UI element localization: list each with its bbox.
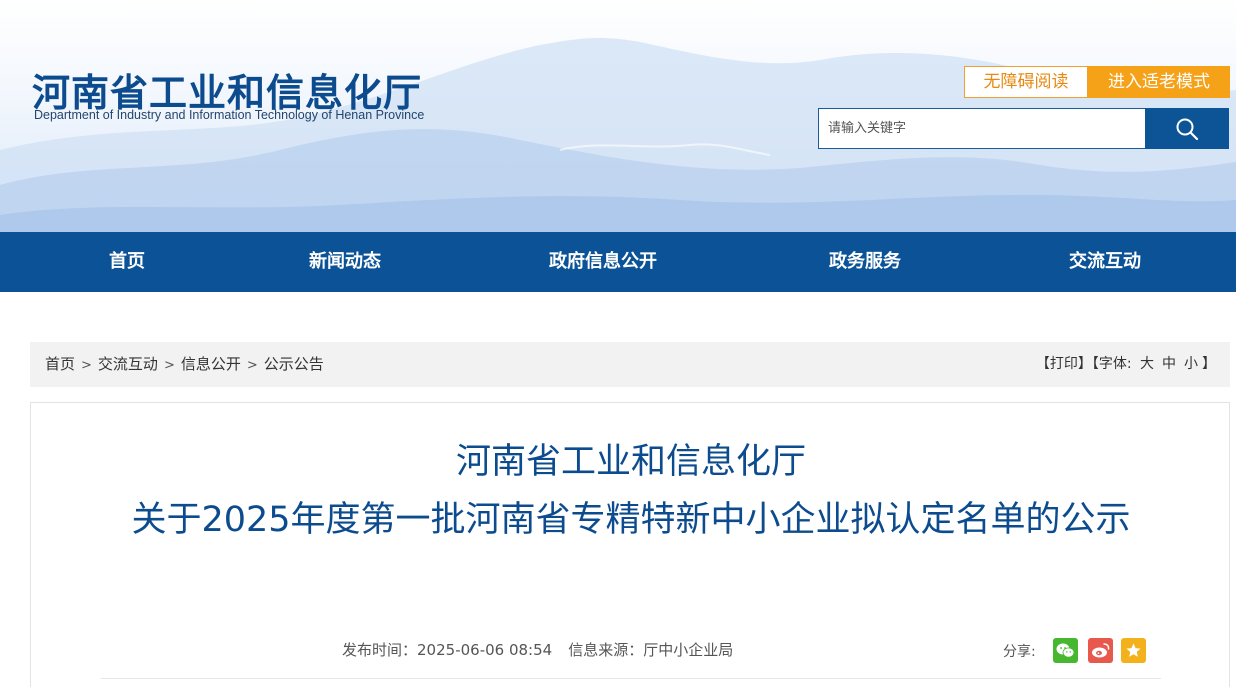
- font-size-label: 【字体:: [1091, 356, 1132, 372]
- font-large-button[interactable]: 大: [1140, 356, 1154, 372]
- breadcrumb-separator: >: [163, 358, 175, 373]
- font-small-button[interactable]: 小: [1184, 356, 1198, 372]
- search-button[interactable]: [1145, 108, 1229, 149]
- breadcrumb: 首页 > 交流互动 > 信息公开 > 公示公告: [45, 342, 324, 387]
- nav-item-gov-info[interactable]: 政府信息公开: [549, 232, 657, 292]
- article-title: 河南省工业和信息化厅 关于2025年度第一批河南省专精特新中小企业拟认定名单的公…: [101, 433, 1161, 549]
- publish-time-label: 发布时间：: [342, 641, 418, 659]
- breadcrumb-separator: >: [246, 358, 258, 373]
- meta-divider: [101, 678, 1161, 679]
- source-value: 厅中小企业局: [643, 641, 734, 659]
- source-label: 信息来源：: [568, 641, 644, 659]
- print-button[interactable]: 【打印】: [1036, 356, 1092, 372]
- article-title-line2: 关于2025年度第一批河南省专精特新中小企业拟认定名单的公示: [131, 500, 1131, 540]
- nav-item-news[interactable]: 新闻动态: [309, 232, 381, 292]
- breadcrumb-info-public[interactable]: 信息公开: [181, 355, 241, 373]
- elder-mode-button[interactable]: 进入适老模式: [1088, 66, 1230, 98]
- breadcrumb-separator: >: [81, 358, 92, 373]
- nav-item-services[interactable]: 政务服务: [829, 232, 901, 292]
- breadcrumb-announcements[interactable]: 公示公告: [264, 355, 324, 373]
- site-subtitle: Department of Industry and Information T…: [34, 108, 425, 122]
- breadcrumb-bar: 首页 > 交流互动 > 信息公开 > 公示公告 【打印】【字体: 大中小】: [30, 342, 1230, 387]
- article-meta: 发布时间：2025-06-06 08:54 信息来源：厅中小企业局: [342, 639, 733, 660]
- wechat-icon[interactable]: [1053, 638, 1078, 663]
- article-panel: 河南省工业和信息化厅 关于2025年度第一批河南省专精特新中小企业拟认定名单的公…: [30, 402, 1230, 687]
- font-size-suffix: 】: [1202, 356, 1216, 372]
- article-title-line1: 河南省工业和信息化厅: [455, 442, 806, 482]
- breadcrumb-home[interactable]: 首页: [45, 355, 75, 373]
- page-tools: 【打印】【字体: 大中小】: [1036, 342, 1216, 387]
- font-medium-button[interactable]: 中: [1162, 356, 1176, 372]
- nav-item-interaction[interactable]: 交流互动: [1069, 232, 1141, 292]
- main-nav: 首页 新闻动态 政府信息公开 政务服务 交流互动: [0, 232, 1236, 292]
- weibo-icon[interactable]: [1088, 638, 1113, 663]
- accessible-reading-button[interactable]: 无障碍阅读: [964, 66, 1088, 98]
- search-icon: [1176, 118, 1199, 140]
- publish-time: 2025-06-06 08:54: [417, 641, 553, 659]
- nav-item-home[interactable]: 首页: [109, 232, 145, 292]
- header-banner: 河南省工业和信息化厅 Department of Industry and In…: [0, 0, 1236, 232]
- search-input[interactable]: [818, 108, 1146, 149]
- share-label: 分享:: [1003, 644, 1036, 660]
- favorite-star-icon[interactable]: [1121, 638, 1146, 663]
- breadcrumb-interaction[interactable]: 交流互动: [98, 355, 158, 373]
